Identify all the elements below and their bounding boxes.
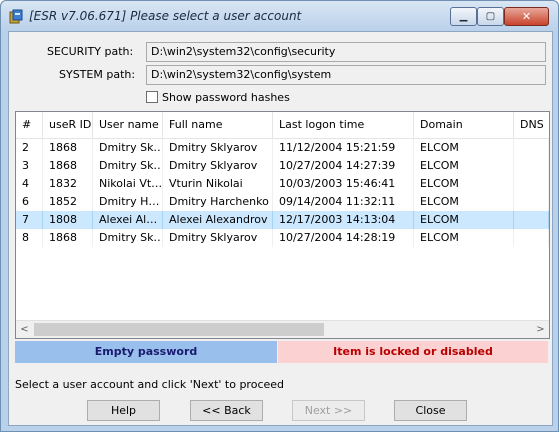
cell-user-id: 1808 — [43, 211, 93, 229]
cell-last-logon: 10/03/2003 15:46:41 — [273, 175, 414, 193]
cell-user-name: Dmitry Sk… — [93, 229, 163, 247]
scrollbar-thumb[interactable] — [34, 323, 324, 336]
help-button[interactable]: Help — [87, 400, 160, 421]
empty-password-legend: Empty password — [15, 341, 277, 363]
cell-dns — [514, 157, 549, 175]
cell-last-logon: 11/12/2004 15:21:59 — [273, 139, 414, 157]
show-hashes-label[interactable]: Show password hashes — [162, 91, 290, 104]
title-bar[interactable]: [ESR v7.06.671] Please select a user acc… — [1, 1, 558, 31]
close-icon: ✕ — [521, 10, 532, 23]
cell-dns — [514, 193, 549, 211]
cell-dns — [514, 211, 549, 229]
cell-domain: ELCOM — [414, 193, 514, 211]
table-row[interactable]: 8 1868 Dmitry Sk… Dmitry Sklyarov 10/27/… — [16, 229, 549, 247]
cell-domain: ELCOM — [414, 211, 514, 229]
minimize-icon: ▁ — [459, 11, 468, 22]
column-header-user-id[interactable]: useR ID — [43, 112, 93, 138]
window-close-button[interactable]: ✕ — [504, 7, 549, 26]
cell-user-name: Dmitry Sk… — [93, 157, 163, 175]
cell-domain: ELCOM — [414, 229, 514, 247]
cell-last-logon: 09/14/2004 11:32:11 — [273, 193, 414, 211]
cell-number: 7 — [16, 211, 43, 229]
window-title: [ESR v7.06.671] Please select a user acc… — [29, 9, 302, 23]
cell-user-name: Nikolai Vt… — [93, 175, 163, 193]
user-accounts-list[interactable]: # useR ID User name Full name Last logon… — [15, 111, 550, 339]
cell-dns — [514, 175, 549, 193]
list-header: # useR ID User name Full name Last logon… — [16, 112, 549, 139]
security-path-label: SECURITY path: — [47, 45, 134, 58]
cell-full-name: Dmitry Sklyarov — [163, 229, 273, 247]
close-button[interactable]: Close — [394, 400, 467, 421]
scroll-right-icon[interactable]: > — [532, 321, 549, 338]
system-path-label: SYSTEM path: — [59, 68, 136, 81]
cell-user-name: Dmitry H… — [93, 193, 163, 211]
maximize-button[interactable]: ▢ — [477, 7, 504, 26]
cell-number: 8 — [16, 229, 43, 247]
cell-user-id: 1852 — [43, 193, 93, 211]
table-row[interactable]: 3 1868 Dmitry Sk… Dmitry Sklyarov 10/27/… — [16, 157, 549, 175]
cell-full-name: Dmitry Sklyarov — [163, 157, 273, 175]
scroll-left-icon[interactable]: < — [16, 321, 33, 338]
locked-item-legend: Item is locked or disabled — [278, 341, 548, 363]
horizontal-scrollbar[interactable]: < > — [16, 320, 549, 338]
cell-user-id: 1832 — [43, 175, 93, 193]
cell-user-name: Dmitry Sk… — [93, 139, 163, 157]
table-row[interactable]: 6 1852 Dmitry H… Dmitry Harchenko 09/14/… — [16, 193, 549, 211]
cell-number: 6 — [16, 193, 43, 211]
status-text: Select a user account and click 'Next' t… — [15, 378, 285, 391]
table-row[interactable]: 4 1832 Nikolai Vt… Vturin Nikolai 10/03/… — [16, 175, 549, 193]
main-window: [ESR v7.06.671] Please select a user acc… — [0, 0, 559, 432]
cell-number: 2 — [16, 139, 43, 157]
cell-number: 4 — [16, 175, 43, 193]
cell-user-id: 1868 — [43, 139, 93, 157]
next-button[interactable]: Next >> — [292, 400, 365, 421]
cell-user-name: Alexei Al… — [93, 211, 163, 229]
cell-user-id: 1868 — [43, 157, 93, 175]
column-header-full-name[interactable]: Full name — [163, 112, 273, 138]
column-header-dns[interactable]: DNS — [514, 112, 549, 138]
cell-domain: ELCOM — [414, 139, 514, 157]
system-path-field[interactable]: D:\win2\system32\config\system — [146, 65, 546, 85]
cell-domain: ELCOM — [414, 157, 514, 175]
cell-dns — [514, 229, 549, 247]
cell-dns — [514, 139, 549, 157]
show-hashes-checkbox[interactable] — [146, 91, 158, 103]
table-row-selected[interactable]: 7 1808 Alexei Al… Alexei Alexandrov 12/1… — [16, 211, 549, 229]
column-header-domain[interactable]: Domain — [414, 112, 514, 138]
cell-full-name: Dmitry Sklyarov — [163, 139, 273, 157]
cell-full-name: Vturin Nikolai — [163, 175, 273, 193]
column-header-number[interactable]: # — [16, 112, 43, 138]
column-header-last-logon[interactable]: Last logon time — [273, 112, 414, 138]
table-row[interactable]: 2 1868 Dmitry Sk… Dmitry Sklyarov 11/12/… — [16, 139, 549, 157]
cell-last-logon: 12/17/2003 14:13:04 — [273, 211, 414, 229]
app-icon — [9, 9, 23, 24]
dialog-body: SECURITY path: D:\win2\system32\config\s… — [8, 31, 553, 426]
maximize-icon: ▢ — [485, 11, 496, 22]
cell-number: 3 — [16, 157, 43, 175]
column-header-user-name[interactable]: User name — [93, 112, 163, 138]
security-path-field[interactable]: D:\win2\system32\config\security — [146, 42, 546, 62]
back-button[interactable]: << Back — [190, 400, 263, 421]
cell-user-id: 1868 — [43, 229, 93, 247]
cell-last-logon: 10/27/2004 14:28:19 — [273, 229, 414, 247]
cell-last-logon: 10/27/2004 14:27:39 — [273, 157, 414, 175]
cell-full-name: Alexei Alexandrov — [163, 211, 273, 229]
cell-full-name: Dmitry Harchenko — [163, 193, 273, 211]
cell-domain: ELCOM — [414, 175, 514, 193]
minimize-button[interactable]: ▁ — [450, 7, 477, 26]
